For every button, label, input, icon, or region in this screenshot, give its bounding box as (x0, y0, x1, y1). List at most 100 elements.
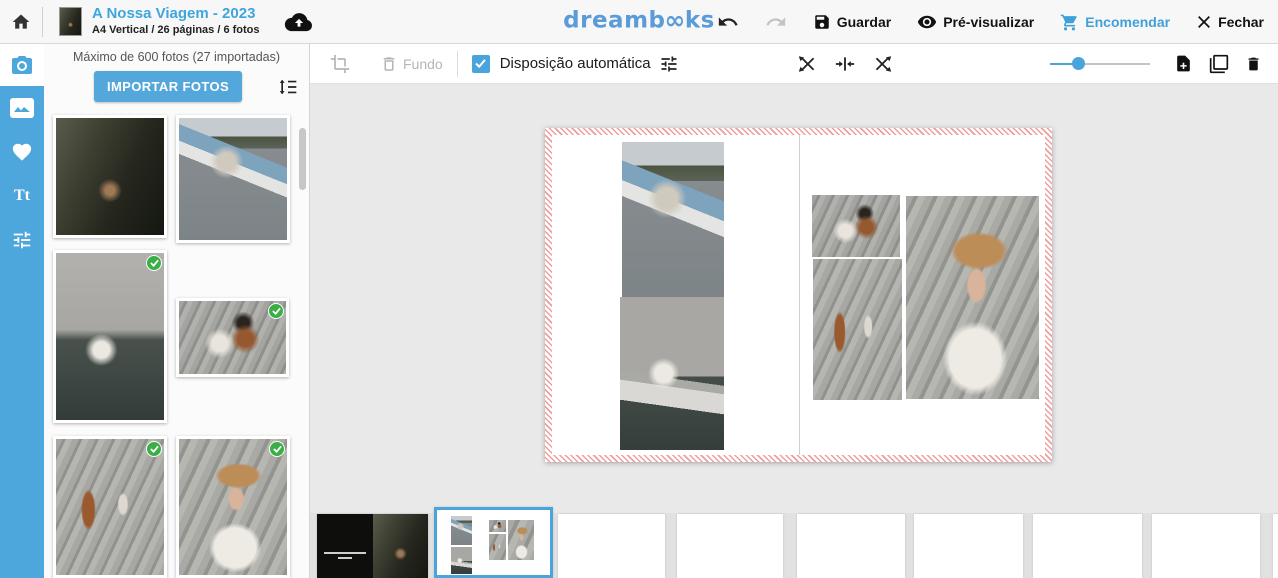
photo-thumbnail-6[interactable] (176, 436, 290, 578)
cart-icon (1060, 13, 1079, 32)
filmstrip-empty-spread-2[interactable] (677, 514, 783, 578)
save-label: Guardar (837, 14, 891, 30)
header-divider (42, 7, 43, 37)
panel-scrollbar[interactable] (299, 128, 306, 190)
shuffle-right-icon (873, 55, 893, 73)
duplicate-page-button[interactable] (1209, 54, 1229, 74)
delete-page-button[interactable] (1245, 54, 1262, 74)
logo-infinity-glyph: ∞ (665, 5, 686, 34)
filmstrip-empty-spread-4[interactable] (914, 514, 1023, 578)
sidebar-item-layouts[interactable] (0, 86, 44, 130)
filmstrip-empty-spread-6[interactable] (1152, 514, 1260, 578)
photo-thumbnail-3[interactable] (53, 250, 167, 423)
zoom-slider[interactable] (1050, 63, 1150, 65)
filmstrip-empty-spread-5[interactable] (1033, 514, 1142, 578)
project-subtitle: A4 Vertical / 26 páginas / 6 fotos (92, 24, 260, 38)
photo-1-image (56, 118, 164, 235)
mini-photo (489, 520, 506, 532)
shuffle-left-icon (797, 55, 817, 73)
page-photo-left-bottom[interactable] (620, 297, 724, 450)
layout-options-button[interactable] (659, 54, 679, 74)
photo-thumbnail-5[interactable] (53, 436, 167, 578)
background-button[interactable]: Fundo (380, 54, 443, 74)
spread-spine (799, 135, 800, 455)
camera-icon (10, 53, 34, 77)
photo-thumbnail-1[interactable] (53, 115, 167, 238)
filmstrip-empty-spread-7[interactable] (1273, 514, 1278, 578)
preview-button[interactable]: Pré-visualizar (917, 12, 1034, 32)
photo-used-check-icon (268, 303, 284, 319)
adjust-icon (11, 229, 33, 251)
filmstrip-spread-thumbnail-selected[interactable] (434, 507, 553, 578)
spread-pages[interactable] (552, 135, 1045, 455)
sort-photos-button[interactable] (275, 75, 301, 99)
preview-eye-icon (917, 12, 937, 32)
header-bar: A Nossa Viagem - 2023 A4 Vertical / 26 p… (0, 0, 1278, 44)
page-photo-right-large[interactable] (906, 196, 1039, 399)
sidebar-item-photos[interactable] (0, 44, 44, 86)
cover-title-half (317, 514, 373, 578)
background-trash-icon (380, 54, 398, 74)
dreambooks-logo: dreamb∞ks (563, 6, 715, 35)
auto-layout-checkbox[interactable] (472, 55, 490, 73)
mini-photo (451, 516, 472, 545)
photo-2-image (179, 118, 287, 240)
swap-pages-button[interactable] (835, 56, 855, 72)
canvas-area (310, 84, 1278, 578)
crop-button[interactable] (330, 54, 350, 74)
toolbar-separator (457, 51, 458, 77)
sidebar-item-favorites[interactable] (0, 130, 44, 174)
sidebar-item-text[interactable]: Tt (0, 174, 44, 218)
import-photos-button[interactable]: IMPORTAR FOTOS (94, 71, 242, 102)
auto-layout-label: Disposição automática (500, 55, 651, 72)
logo-prefix: dreamb (563, 7, 665, 33)
filmstrip-empty-spread-3[interactable] (797, 514, 905, 578)
redo-button[interactable] (765, 11, 787, 33)
project-titles: A Nossa Viagem - 2023 A4 Vertical / 26 p… (92, 5, 260, 38)
photo-thumbnail-2[interactable] (176, 115, 290, 243)
undo-button[interactable] (717, 11, 739, 33)
shuffle-photos-button[interactable] (873, 55, 893, 73)
undo-icon (717, 11, 739, 33)
project-cover-thumbnail (59, 7, 82, 36)
home-button[interactable] (0, 0, 42, 44)
logo-suffix: ks (685, 7, 715, 33)
photo-6-image (179, 439, 287, 575)
text-icon: Tt (14, 187, 30, 205)
swap-center-icon (835, 56, 855, 72)
photo-3-image (56, 253, 164, 420)
page-photo-left-top[interactable] (622, 142, 724, 299)
sidebar-rail-blue: Tt (0, 86, 44, 578)
zoom-slider-thumb[interactable] (1072, 57, 1085, 70)
close-icon (1196, 14, 1212, 30)
sidebar-item-settings[interactable] (0, 218, 44, 262)
filmstrip-empty-spread-1[interactable] (558, 514, 665, 578)
cover-title-line (324, 552, 366, 554)
tune-icon (659, 54, 679, 74)
add-page-button[interactable] (1174, 53, 1193, 74)
add-page-icon (1174, 53, 1193, 74)
cover-subtitle-line (338, 557, 352, 559)
photo-used-check-icon (269, 441, 285, 457)
photo-5-image (56, 439, 164, 575)
close-button[interactable]: Fechar (1196, 14, 1264, 30)
photo-used-check-icon (146, 255, 162, 271)
filmstrip-cover-thumbnail[interactable] (317, 514, 428, 578)
order-button[interactable]: Encomendar (1060, 13, 1170, 32)
dreambooks-editor: A Nossa Viagem - 2023 A4 Vertical / 26 p… (0, 0, 1278, 578)
save-button[interactable]: Guardar (813, 13, 891, 31)
close-label: Fechar (1218, 14, 1264, 30)
photos-panel: Máximo de 600 fotos (27 importadas) IMPO… (44, 44, 310, 578)
preview-label: Pré-visualizar (943, 14, 1034, 30)
shuffle-layout-button[interactable] (797, 55, 817, 73)
home-icon (11, 12, 31, 32)
mini-photo (489, 534, 506, 560)
canvas-toolbar: Fundo Disposição automática (310, 44, 1278, 84)
photo-used-check-icon (146, 441, 162, 457)
photo-thumbnail-4[interactable] (176, 298, 289, 377)
header-actions: Guardar Pré-visualizar Encomendar Fechar (717, 0, 1264, 44)
page-photo-right-bottom[interactable] (813, 259, 902, 400)
order-label: Encomendar (1085, 14, 1170, 30)
sidebar-rail: Tt (0, 44, 44, 578)
page-photo-right-small[interactable] (812, 195, 900, 257)
